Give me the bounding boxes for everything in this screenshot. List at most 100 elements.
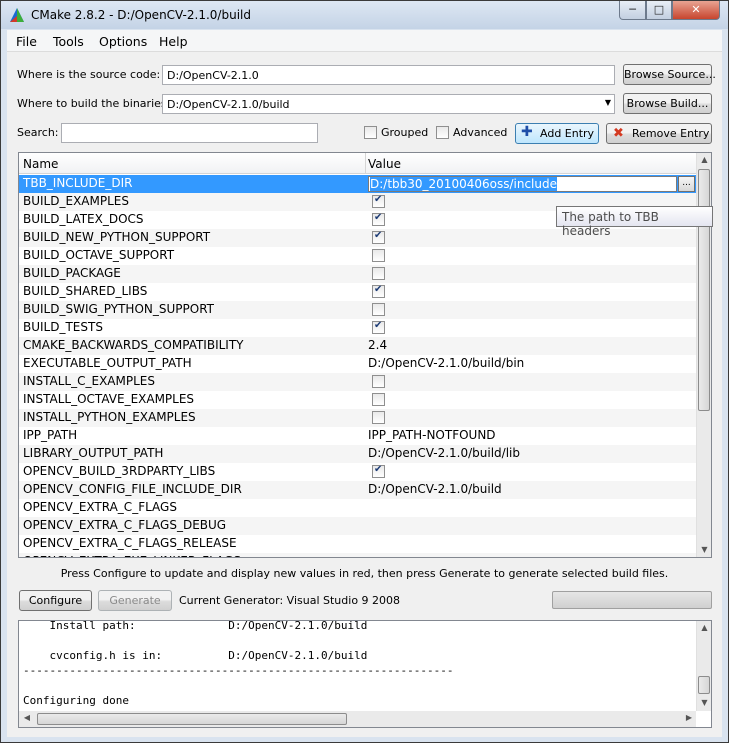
entry-name: EXECUTABLE_OUTPUT_PATH (23, 356, 192, 370)
table-row[interactable]: OPENCV_EXTRA_EXE_LINKER_FLAGS (19, 553, 696, 557)
generate-button[interactable]: Generate (98, 590, 172, 611)
table-row[interactable]: OPENCV_CONFIG_FILE_INCLUDE_DIR D:/OpenCV-… (19, 481, 696, 499)
menu-options[interactable]: Options (99, 34, 147, 49)
scroll-right-arrow-icon[interactable]: ▶ (683, 713, 695, 722)
entry-value: IPP_PATH-NOTFOUND (368, 428, 496, 442)
output-line: Configuring done (23, 694, 129, 707)
output-log[interactable]: Install path: D:/OpenCV-2.1.0/build cvco… (18, 620, 712, 728)
cmake-triangle-icon (10, 8, 24, 22)
table-row[interactable]: LIBRARY_OUTPUT_PATH D:/OpenCV-2.1.0/build… (19, 445, 696, 463)
entry-name: BUILD_SHARED_LIBS (23, 284, 148, 298)
table-row[interactable]: BUILD_SHARED_LIBS (19, 283, 696, 301)
table-row[interactable]: BUILD_OCTAVE_SUPPORT (19, 247, 696, 265)
entry-name: OPENCV_EXTRA_EXE_LINKER_FLAGS (23, 554, 241, 557)
add-entry-button[interactable]: ✚ Add Entry (515, 123, 599, 144)
entry-value-checkbox[interactable] (372, 230, 385, 244)
entry-value-checkbox[interactable] (372, 267, 385, 280)
selected-entry-value: D:/tbb30_20100406oss/include (370, 177, 557, 191)
scroll-up-arrow-icon[interactable]: ▲ (697, 155, 711, 164)
menu-help[interactable]: Help (159, 34, 188, 49)
header-divider[interactable] (365, 153, 366, 174)
dropdown-arrow-icon[interactable]: ▼ (605, 98, 611, 107)
close-button[interactable]: ✕ (672, 1, 720, 20)
entry-name: LIBRARY_OUTPUT_PATH (23, 446, 164, 460)
remove-entry-label: Remove Entry (632, 127, 710, 140)
entry-value-checkbox[interactable] (372, 375, 385, 388)
entry-name: BUILD_EXAMPLES (23, 194, 129, 208)
menu-file[interactable]: File (16, 34, 37, 49)
table-row[interactable]: CMAKE_BACKWARDS_COMPATIBILITY 2.4 (19, 337, 696, 355)
entry-name: CMAKE_BACKWARDS_COMPATIBILITY (23, 338, 244, 352)
output-scroll-down-arrow-icon[interactable]: ▼ (697, 698, 711, 707)
browse-source-button[interactable]: Browse Source... (623, 64, 716, 85)
plus-icon: ✚ (521, 124, 533, 140)
build-path-combobox[interactable]: D:/OpenCV-2.1.0/build ▼ (162, 94, 615, 114)
source-path-field[interactable]: D:/OpenCV-2.1.0 (162, 65, 615, 85)
table-row[interactable]: EXECUTABLE_OUTPUT_PATH D:/OpenCV-2.1.0/bu… (19, 355, 696, 373)
entry-value-checkbox[interactable] (372, 284, 385, 298)
browse-build-button[interactable]: Browse Build... (623, 93, 712, 114)
scroll-down-arrow-icon[interactable]: ▼ (697, 545, 711, 554)
table-row[interactable]: OPENCV_EXTRA_C_FLAGS_DEBUG (19, 517, 696, 535)
entry-value-checkbox[interactable] (372, 249, 385, 262)
grouped-checkbox[interactable] (364, 126, 377, 139)
grouped-label[interactable]: Grouped (381, 126, 428, 139)
menu-tools[interactable]: Tools (53, 34, 84, 49)
table-row[interactable]: OPENCV_EXTRA_C_FLAGS (19, 499, 696, 517)
entry-value: 2.4 (368, 338, 388, 352)
scroll-left-arrow-icon[interactable]: ◀ (21, 713, 33, 722)
entry-value-checkbox[interactable] (372, 303, 385, 316)
advanced-label[interactable]: Advanced (453, 126, 507, 139)
configure-button[interactable]: Configure (19, 590, 92, 611)
current-generator-text: Current Generator: Visual Studio 9 2008 (179, 594, 401, 607)
entry-name: BUILD_SWIG_PYTHON_SUPPORT (23, 302, 214, 316)
table-row[interactable]: BUILD_SWIG_PYTHON_SUPPORT (19, 301, 696, 319)
search-input[interactable] (61, 123, 318, 143)
entry-name: OPENCV_EXTRA_C_FLAGS (23, 500, 177, 514)
entry-value-checkbox[interactable] (372, 464, 385, 478)
output-hscroll-thumb[interactable] (37, 713, 347, 725)
advanced-checkbox[interactable] (436, 126, 449, 139)
header-value[interactable]: Value (368, 157, 401, 171)
table-row[interactable]: OPENCV_EXTRA_C_FLAGS_RELEASE (19, 535, 696, 553)
cmake-window: CMake 2.8.2 - D:/OpenCV-2.1.0/build ─ □ … (0, 0, 729, 743)
output-horizontal-scrollbar[interactable]: ◀ ▶ (19, 711, 696, 727)
selected-table-row[interactable]: TBB_INCLUDE_DIR D:/tbb30_20100406oss/inc… (19, 175, 696, 193)
entry-value-checkbox[interactable] (372, 320, 385, 334)
maximize-button[interactable]: □ (646, 1, 672, 20)
build-path-value: D:/OpenCV-2.1.0/build (167, 98, 290, 111)
entry-value-checkbox[interactable] (372, 393, 385, 406)
minimize-button[interactable]: ─ (619, 1, 646, 20)
entry-value: D:/OpenCV-2.1.0/build/bin (368, 356, 525, 370)
output-scrollbar-thumb[interactable] (698, 676, 710, 694)
selected-entry-name: TBB_INCLUDE_DIR (23, 176, 133, 190)
title-bar[interactable]: CMake 2.8.2 - D:/OpenCV-2.1.0/build ─ □ … (1, 1, 728, 29)
output-scroll-up-arrow-icon[interactable]: ▲ (697, 623, 711, 632)
remove-entry-button[interactable]: ✖ Remove Entry (606, 123, 712, 144)
table-row[interactable]: INSTALL_C_EXAMPLES (19, 373, 696, 391)
main-panel: File Tools Options Help Where is the sou… (7, 30, 722, 737)
table-row[interactable]: INSTALL_PYTHON_EXAMPLES (19, 409, 696, 427)
add-entry-label: Add Entry (540, 127, 595, 140)
entry-name: OPENCV_EXTRA_C_FLAGS_DEBUG (23, 518, 227, 532)
table-row[interactable]: INSTALL_OCTAVE_EXAMPLES (19, 391, 696, 409)
table-row[interactable]: IPP_PATH IPP_PATH-NOTFOUND (19, 427, 696, 445)
output-vertical-scrollbar[interactable]: ▲ ▼ (696, 621, 711, 711)
header-name[interactable]: Name (23, 157, 58, 171)
binaries-label: Where to build the binaries: (17, 97, 171, 110)
entry-name: BUILD_NEW_PYTHON_SUPPORT (23, 230, 211, 244)
tooltip: The path to TBB headers (556, 206, 713, 238)
output-line: Install path: D:/OpenCV-2.1.0/build (23, 620, 368, 632)
table-row[interactable]: OPENCV_BUILD_3RDPARTY_LIBS (19, 463, 696, 481)
output-line: ----------------------------------------… (23, 664, 454, 677)
entry-value-checkbox[interactable] (372, 212, 385, 226)
value-editor-input[interactable]: D:/tbb30_20100406oss/include (368, 176, 677, 192)
entry-name: INSTALL_PYTHON_EXAMPLES (23, 410, 196, 424)
table-row[interactable]: BUILD_TESTS (19, 319, 696, 337)
entry-value-checkbox[interactable] (372, 411, 385, 424)
entry-name: OPENCV_EXTRA_C_FLAGS_RELEASE (23, 536, 237, 550)
table-row[interactable]: BUILD_PACKAGE (19, 265, 696, 283)
entry-value-checkbox[interactable] (372, 194, 385, 208)
entry-name: BUILD_LATEX_DOCS (23, 212, 144, 226)
browse-path-button[interactable]: ... (678, 176, 695, 192)
